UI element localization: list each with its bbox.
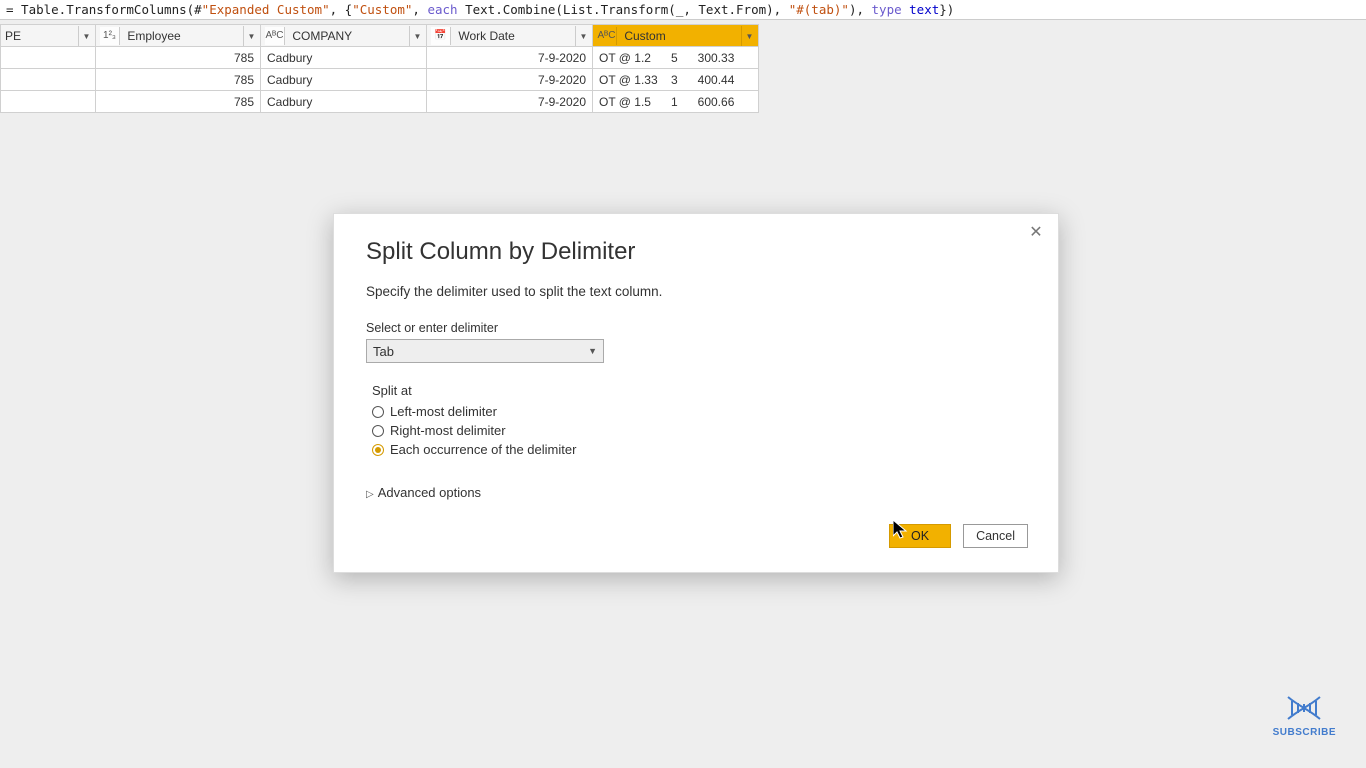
cell[interactable]: Cadbury xyxy=(261,69,427,91)
close-icon[interactable]: ✕ xyxy=(1024,220,1048,244)
cell[interactable] xyxy=(1,91,96,113)
column-header-employee[interactable]: 1²₃ Employee ▼ xyxy=(96,25,261,47)
split-at-label: Split at xyxy=(372,383,1026,398)
cancel-button[interactable]: Cancel xyxy=(963,524,1028,548)
column-label: Custom xyxy=(624,29,665,43)
radio-label: Right-most delimiter xyxy=(390,423,506,438)
formula-text: = Table.TransformColumns(# xyxy=(6,2,202,17)
cell[interactable]: 7-9-2020 xyxy=(427,69,593,91)
radio-rightmost[interactable]: Right-most delimiter xyxy=(372,423,1026,438)
table-row[interactable]: 785 Cadbury 7-9-2020 OT @ 1.5 1 600.66 xyxy=(1,91,759,113)
cell[interactable]: Cadbury xyxy=(261,47,427,69)
column-label: Work Date xyxy=(458,29,514,43)
column-header-pe[interactable]: PE ▼ xyxy=(1,25,96,47)
column-header-company[interactable]: AᴮC COMPANY ▼ xyxy=(261,25,427,47)
number-type-icon: 1²₃ xyxy=(100,27,120,45)
subscribe-label: SUBSCRIBE xyxy=(1273,727,1336,738)
cell[interactable]: OT @ 1.5 1 600.66 xyxy=(593,91,759,113)
cell[interactable] xyxy=(1,69,96,91)
date-type-icon: 📅 xyxy=(431,27,451,45)
chevron-down-icon[interactable]: ▼ xyxy=(741,26,757,46)
cell[interactable]: Cadbury xyxy=(261,91,427,113)
chevron-down-icon[interactable]: ▼ xyxy=(78,26,94,46)
radio-icon xyxy=(372,406,384,418)
dna-icon xyxy=(1282,691,1326,725)
advanced-label: Advanced options xyxy=(378,485,481,500)
chevron-down-icon[interactable]: ▼ xyxy=(243,26,259,46)
column-header-custom[interactable]: AᴮC Custom ▼ xyxy=(593,25,759,47)
radio-label: Left-most delimiter xyxy=(390,404,497,419)
dialog-description: Specify the delimiter used to split the … xyxy=(366,284,1026,299)
chevron-right-icon: ▷ xyxy=(366,489,374,500)
column-label: COMPANY xyxy=(292,29,352,43)
cell[interactable]: 785 xyxy=(96,91,261,113)
formula-bar[interactable]: = Table.TransformColumns(#"Expanded Cust… xyxy=(0,0,1366,20)
chevron-down-icon[interactable]: ▼ xyxy=(575,26,591,46)
chevron-down-icon: ▼ xyxy=(588,346,597,356)
split-column-dialog: ✕ Split Column by Delimiter Specify the … xyxy=(333,213,1059,573)
advanced-options-toggle[interactable]: ▷ Advanced options xyxy=(366,485,1026,500)
ok-button[interactable]: OK xyxy=(889,524,951,548)
data-table: PE ▼ 1²₃ Employee ▼ AᴮC COMPANY ▼ 📅 Work… xyxy=(0,24,759,113)
delimiter-value: Tab xyxy=(373,344,394,359)
cell[interactable]: 7-9-2020 xyxy=(427,91,593,113)
table-row[interactable]: 785 Cadbury 7-9-2020 OT @ 1.2 5 300.33 xyxy=(1,47,759,69)
radio-leftmost[interactable]: Left-most delimiter xyxy=(372,404,1026,419)
text-type-icon: AᴮC xyxy=(265,27,285,45)
dialog-title: Split Column by Delimiter xyxy=(366,238,1026,266)
radio-icon xyxy=(372,444,384,456)
chevron-down-icon[interactable]: ▼ xyxy=(409,26,425,46)
cell[interactable]: 785 xyxy=(96,47,261,69)
cell[interactable]: 785 xyxy=(96,69,261,91)
table-header-row: PE ▼ 1²₃ Employee ▼ AᴮC COMPANY ▼ 📅 Work… xyxy=(1,25,759,47)
subscribe-watermark: SUBSCRIBE xyxy=(1273,691,1336,738)
radio-label: Each occurrence of the delimiter xyxy=(390,442,576,457)
radio-each[interactable]: Each occurrence of the delimiter xyxy=(372,442,1026,457)
cell[interactable]: OT @ 1.2 5 300.33 xyxy=(593,47,759,69)
text-type-icon: AᴮC xyxy=(597,27,617,45)
column-label: PE xyxy=(5,29,21,43)
delimiter-label: Select or enter delimiter xyxy=(366,321,1026,335)
cell[interactable]: 7-9-2020 xyxy=(427,47,593,69)
formula-string: "Expanded Custom" xyxy=(202,2,330,17)
cell[interactable]: OT @ 1.33 3 400.44 xyxy=(593,69,759,91)
cell[interactable] xyxy=(1,47,96,69)
column-header-workdate[interactable]: 📅 Work Date ▼ xyxy=(427,25,593,47)
column-label: Employee xyxy=(127,29,180,43)
delimiter-select[interactable]: Tab ▼ xyxy=(366,339,604,363)
table-row[interactable]: 785 Cadbury 7-9-2020 OT @ 1.33 3 400.44 xyxy=(1,69,759,91)
radio-icon xyxy=(372,425,384,437)
